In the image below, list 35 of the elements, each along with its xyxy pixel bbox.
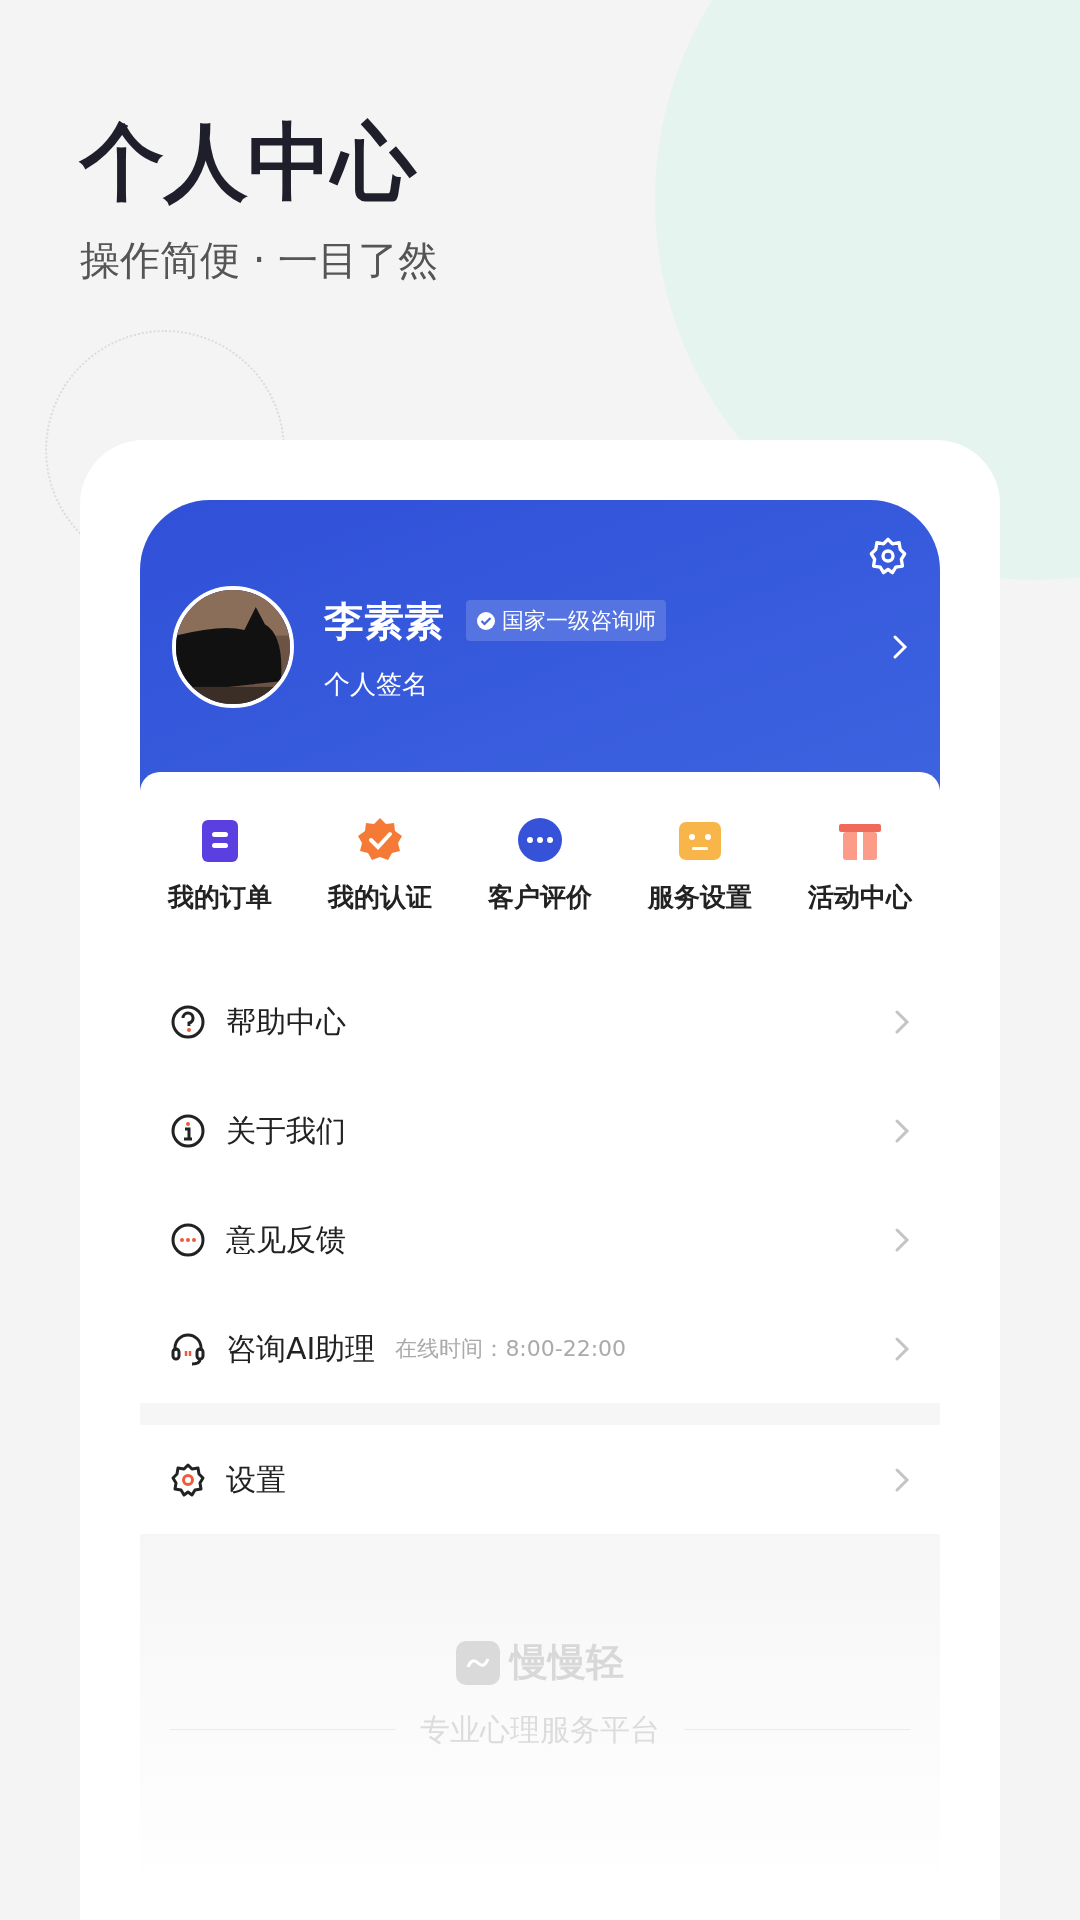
chat-dots-icon (516, 816, 564, 864)
settings-icon (170, 1461, 206, 1498)
menu-label: 设置 (226, 1461, 286, 1499)
menu-label: 咨询AI助理 (226, 1330, 376, 1368)
page-title: 个人中心 (80, 120, 418, 204)
info-icon (170, 1112, 206, 1149)
chat-dots-icon (170, 1221, 206, 1258)
chevron-right-icon (894, 1335, 910, 1362)
chevron-right-icon (892, 634, 908, 660)
chevron-right-icon (894, 1466, 910, 1493)
shortcut-label: 我的订单 (168, 881, 272, 914)
verified-icon (476, 610, 496, 631)
shortcut-item[interactable]: 我的认证 (300, 816, 460, 917)
chevron-right-icon (894, 1226, 910, 1253)
online-hours: 在线时间：8:00-22:00 (395, 1335, 627, 1363)
settings-icon[interactable] (868, 536, 908, 576)
shortcut-item[interactable]: 我的订单 (140, 816, 300, 917)
shortcut-item[interactable]: 客户评价 (460, 816, 620, 917)
signature-text: 个人签名 (324, 667, 429, 701)
logo-icon (456, 1640, 500, 1685)
shortcut-label: 服务设置 (648, 881, 752, 914)
shortcut-item[interactable]: 活动中心 (780, 816, 940, 917)
menu-label: 帮助中心 (226, 1003, 346, 1041)
page-subtitle: 操作简便 · 一目了然 (80, 240, 440, 280)
shortcut-label: 活动中心 (808, 881, 912, 914)
shortcut-label: 我的认证 (328, 881, 432, 914)
menu-label: 意见反馈 (226, 1221, 346, 1259)
menu-label: 关于我们 (226, 1112, 346, 1150)
help-icon (170, 1003, 206, 1040)
chevron-right-icon (894, 1117, 910, 1144)
chevron-right-icon (894, 1008, 910, 1035)
shortcut-label: 客户评价 (488, 881, 592, 914)
shortcut-item[interactable]: 服务设置 (620, 816, 780, 917)
user-name: 李素素 (324, 596, 444, 646)
badge-text: 国家一级咨询师 (502, 607, 656, 635)
